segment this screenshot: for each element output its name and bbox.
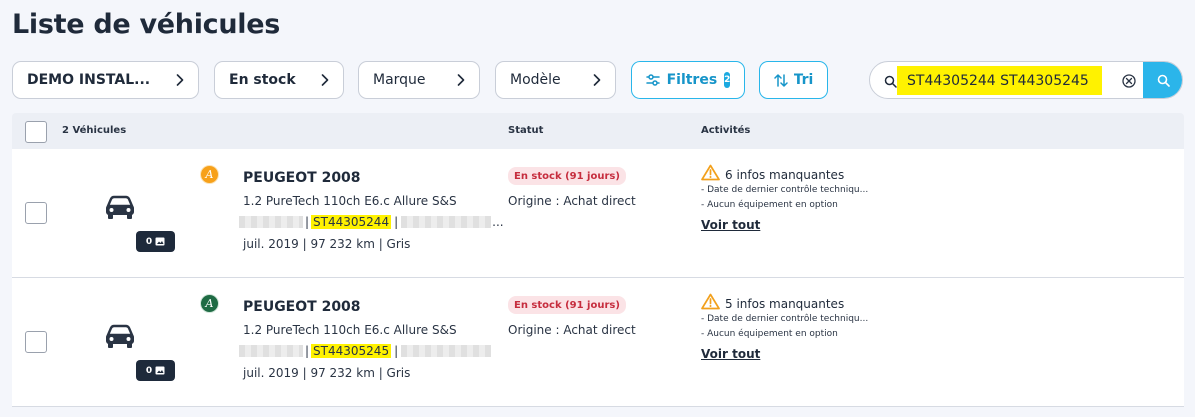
vehicle-table: 2 Véhicules Statut Activités 0 A PEUGEOT… (12, 113, 1184, 407)
activities-column-header: Activités (701, 125, 751, 136)
chevron-right-icon (587, 73, 601, 87)
vehicle-count: 2 Véhicules (62, 125, 127, 136)
see-all-link[interactable]: Voir tout (701, 347, 760, 361)
car-icon (104, 195, 136, 225)
photo-count: 0 (145, 236, 153, 247)
redacted-vin (401, 216, 492, 228)
see-all-link[interactable]: Voir tout (701, 218, 760, 232)
grade-badge: A (200, 165, 219, 184)
clear-icon[interactable] (1121, 73, 1137, 89)
search-input[interactable] (897, 66, 1102, 95)
stock-filter-button[interactable]: En stock (214, 61, 344, 99)
missing-info-count: 5 infos manquantes (725, 297, 845, 311)
table-row[interactable]: 0 A PEUGEOT 2008 1.2 PureTech 110ch E6.c… (12, 278, 1184, 407)
search-icon (884, 73, 897, 92)
vehicle-meta: juil. 2019 | 97 232 km | Gris (243, 237, 411, 251)
status-column-header: Statut (508, 125, 544, 136)
filters-count-badge: 2 (724, 72, 731, 88)
sliders-icon (645, 74, 660, 86)
image-icon (155, 237, 165, 246)
row-checkbox[interactable] (25, 331, 47, 353)
sort-button[interactable]: Tri (759, 61, 828, 99)
missing-info-item: - Date de dernier contrôle techniqu... (701, 314, 869, 324)
search-button[interactable] (1143, 62, 1182, 98)
chevron-right-icon (315, 73, 329, 87)
grade-badge: A (200, 294, 219, 313)
site-filter-button[interactable]: DEMO INSTAL... (12, 61, 199, 99)
brand-filter-label: Marque (373, 72, 426, 88)
model-filter-button[interactable]: Modèle (495, 61, 616, 99)
photo-count: 0 (145, 365, 153, 376)
stock-number: ST44305244 (311, 215, 392, 229)
search-icon (1157, 74, 1170, 87)
page-title: Liste de véhicules (12, 9, 281, 40)
missing-info-item: - Aucun équipement en option (701, 329, 838, 339)
filters-button[interactable]: Filtres 2 (631, 61, 745, 99)
stock-filter-label: En stock (229, 72, 296, 88)
filter-bar: DEMO INSTAL... En stock Marque Modèle Fi… (0, 60, 1195, 100)
redacted-plate (239, 216, 303, 228)
chevron-right-icon (170, 73, 184, 87)
model-filter-label: Modèle (510, 72, 561, 88)
sort-arrows-icon (773, 73, 788, 87)
stock-number: ST44305245 (311, 344, 392, 358)
table-row[interactable]: 0 A PEUGEOT 2008 1.2 PureTech 110ch E6.c… (12, 149, 1184, 278)
row-checkbox[interactable] (25, 202, 47, 224)
redacted-vin (401, 345, 492, 357)
site-filter-label: DEMO INSTAL... (27, 72, 151, 88)
photo-count-badge: 0 (136, 231, 175, 252)
filters-label: Filtres (666, 72, 718, 88)
vehicle-identifiers: | ST44305245 | (239, 342, 492, 360)
status-badge: En stock (91 jours) (508, 296, 626, 314)
vehicle-meta: juil. 2019 | 97 232 km | Gris (243, 366, 411, 380)
select-all-checkbox[interactable] (25, 121, 47, 143)
image-icon (155, 366, 165, 375)
warning-icon (701, 293, 720, 314)
chevron-right-icon (451, 73, 465, 87)
vehicle-version: 1.2 PureTech 110ch E6.c Allure S&S (243, 323, 457, 337)
brand-filter-button[interactable]: Marque (358, 61, 480, 99)
separator: | (394, 215, 399, 229)
warning-icon (701, 164, 720, 185)
missing-info-item: - Aucun équipement en option (701, 200, 838, 210)
vehicle-title[interactable]: PEUGEOT 2008 (243, 170, 361, 186)
vehicle-identifiers: | ST44305244 | ... (239, 213, 504, 231)
vehicle-version: 1.2 PureTech 110ch E6.c Allure S&S (243, 194, 457, 208)
sort-label: Tri (793, 72, 814, 88)
separator: | (394, 344, 399, 358)
vehicle-title[interactable]: PEUGEOT 2008 (243, 299, 361, 315)
missing-info-item: - Date de dernier contrôle techniqu... (701, 185, 869, 195)
car-icon (104, 324, 136, 354)
vehicle-origin: Origine : Achat direct (508, 323, 636, 337)
table-header: 2 Véhicules Statut Activités (12, 113, 1184, 149)
separator: | (305, 344, 310, 358)
missing-info-count: 6 infos manquantes (725, 168, 845, 182)
redacted-plate (239, 345, 303, 357)
search-box (869, 61, 1183, 99)
photo-count-badge: 0 (136, 360, 175, 381)
status-badge: En stock (91 jours) (508, 167, 626, 185)
vehicle-origin: Origine : Achat direct (508, 194, 636, 208)
separator: | (305, 215, 310, 229)
